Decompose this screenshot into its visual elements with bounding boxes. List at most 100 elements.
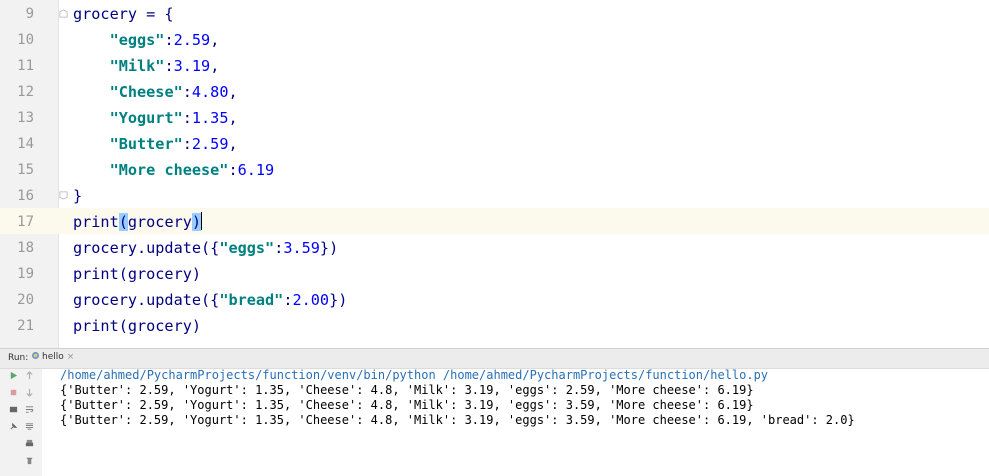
- code-line[interactable]: 10 "eggs":2.59,: [0, 26, 989, 52]
- string-literal: "Butter": [109, 135, 183, 153]
- code-line[interactable]: 12 "Cheese":4.80,: [0, 78, 989, 104]
- number-literal: 2.59: [191, 135, 229, 153]
- run-icon[interactable]: [6, 371, 20, 385]
- number-literal: 2.59: [173, 31, 211, 49]
- code-line[interactable]: 18 grocery.update({"eggs":3.59}): [0, 234, 989, 260]
- code-text: print(grocery): [73, 316, 201, 336]
- stop-icon[interactable]: [6, 388, 20, 402]
- code-line[interactable]: 14 "Butter":2.59,: [0, 130, 989, 156]
- string-literal: "Yogurt": [109, 109, 183, 127]
- string-literal: "More cheese": [109, 161, 229, 179]
- delete-icon[interactable]: [22, 456, 36, 470]
- code-line[interactable]: 21 print(grocery): [0, 312, 989, 338]
- number-literal: 4.80: [191, 83, 229, 101]
- number-literal: 6.19: [237, 161, 275, 179]
- down-arrow-icon[interactable]: [22, 388, 36, 402]
- run-tab-label: hello: [42, 352, 64, 362]
- code-token: }: [73, 187, 83, 205]
- number-literal: 2.00: [292, 291, 330, 309]
- layout-icon[interactable]: [6, 405, 20, 419]
- close-icon[interactable]: ×: [67, 352, 75, 362]
- code-line[interactable]: 19 print(grocery): [0, 260, 989, 286]
- line-number: 21: [17, 318, 34, 334]
- console-line: {'Butter': 2.59, 'Yogurt': 1.35, 'Cheese…: [60, 413, 855, 427]
- run-tab-hello[interactable]: hello ×: [28, 351, 77, 365]
- number-literal: 3.59: [283, 239, 320, 257]
- number-literal: 3.19: [173, 57, 211, 75]
- code-token: print(grocery): [73, 265, 202, 283]
- code-line-current[interactable]: 17 print(grocery): [0, 208, 989, 234]
- code-token: grocery.update({: [73, 291, 220, 309]
- matched-bracket: (: [118, 213, 128, 231]
- code-token: ,: [228, 83, 238, 101]
- code-editor[interactable]: 9 grocery = {10 "eggs":2.59, 11 "Milk":3.1…: [0, 0, 989, 348]
- code-text: "Milk":3.19,: [73, 56, 220, 76]
- code-token: }): [319, 239, 339, 257]
- fold-icon[interactable]: [59, 191, 68, 200]
- code-token: grocery = {: [73, 5, 174, 23]
- soft-wrap-icon[interactable]: [22, 405, 36, 419]
- text-caret: [201, 212, 203, 230]
- code-token: print: [73, 213, 119, 231]
- code-token: :: [164, 31, 174, 49]
- code-token: ,: [210, 57, 220, 75]
- code-token: ,: [210, 31, 220, 49]
- up-arrow-icon[interactable]: [22, 371, 36, 385]
- console-line: {'Butter': 2.59, 'Yogurt': 1.35, 'Cheese…: [60, 398, 754, 412]
- run-label: Run:: [8, 353, 29, 363]
- run-tool-window: Run: hello × /home/ahmed/PycharmProjects…: [0, 348, 989, 476]
- code-text: "Yogurt":1.35,: [73, 108, 238, 128]
- code-line[interactable]: 15 "More cheese":6.19: [0, 156, 989, 182]
- console-command-line: /home/ahmed/PycharmProjects/function/ven…: [60, 368, 769, 382]
- string-literal: "Cheese": [109, 83, 183, 101]
- fold-icon[interactable]: [59, 9, 68, 18]
- print-icon[interactable]: [22, 439, 36, 453]
- matched-bracket: ): [191, 213, 202, 231]
- code-text: grocery.update({"eggs":3.59}): [73, 238, 338, 258]
- code-token: ,: [228, 135, 238, 153]
- code-token: ,: [228, 109, 238, 127]
- line-number: 11: [17, 58, 34, 74]
- scroll-to-end-icon[interactable]: [22, 422, 36, 436]
- code-text: }: [73, 186, 82, 206]
- line-number: 18: [17, 240, 34, 256]
- code-token: :: [182, 135, 192, 153]
- string-literal: "eggs": [109, 31, 165, 49]
- code-token: print(grocery): [73, 317, 202, 335]
- code-token: :: [228, 161, 238, 179]
- line-number: 19: [17, 266, 34, 282]
- code-text: "Cheese":4.80,: [73, 82, 238, 102]
- code-line[interactable]: 16}: [0, 182, 989, 208]
- code-token: }): [329, 291, 348, 309]
- line-number: 12: [17, 84, 34, 100]
- pin-icon[interactable]: [6, 422, 20, 436]
- line-number: 13: [17, 110, 34, 126]
- string-literal: "eggs": [219, 239, 275, 257]
- code-line[interactable]: 9 grocery = {: [0, 0, 989, 26]
- code-token: :: [182, 109, 192, 127]
- string-literal: "Milk": [109, 57, 165, 75]
- line-number: 15: [17, 162, 34, 178]
- code-line[interactable]: 13 "Yogurt":1.35,: [0, 104, 989, 130]
- code-text: "Butter":2.59,: [73, 134, 238, 154]
- run-toolbar: [0, 369, 42, 476]
- code-line[interactable]: 20 grocery.update({"bread":2.00}): [0, 286, 989, 312]
- code-text: grocery.update({"bread":2.00}): [73, 290, 347, 310]
- line-number: 16: [17, 188, 34, 204]
- line-number: 14: [17, 136, 34, 152]
- string-literal: "bread": [219, 291, 284, 309]
- python-icon: [31, 351, 40, 360]
- code-text: print(grocery): [73, 264, 201, 284]
- code-line[interactable]: 11 "Milk":3.19,: [0, 52, 989, 78]
- code-text: "More cheese":6.19: [73, 160, 275, 180]
- code-text: "eggs":2.59,: [73, 30, 220, 50]
- code-text: print(grocery): [73, 212, 203, 232]
- line-number: 17: [17, 214, 34, 230]
- code-token: :: [164, 57, 174, 75]
- code-token: :: [274, 239, 284, 257]
